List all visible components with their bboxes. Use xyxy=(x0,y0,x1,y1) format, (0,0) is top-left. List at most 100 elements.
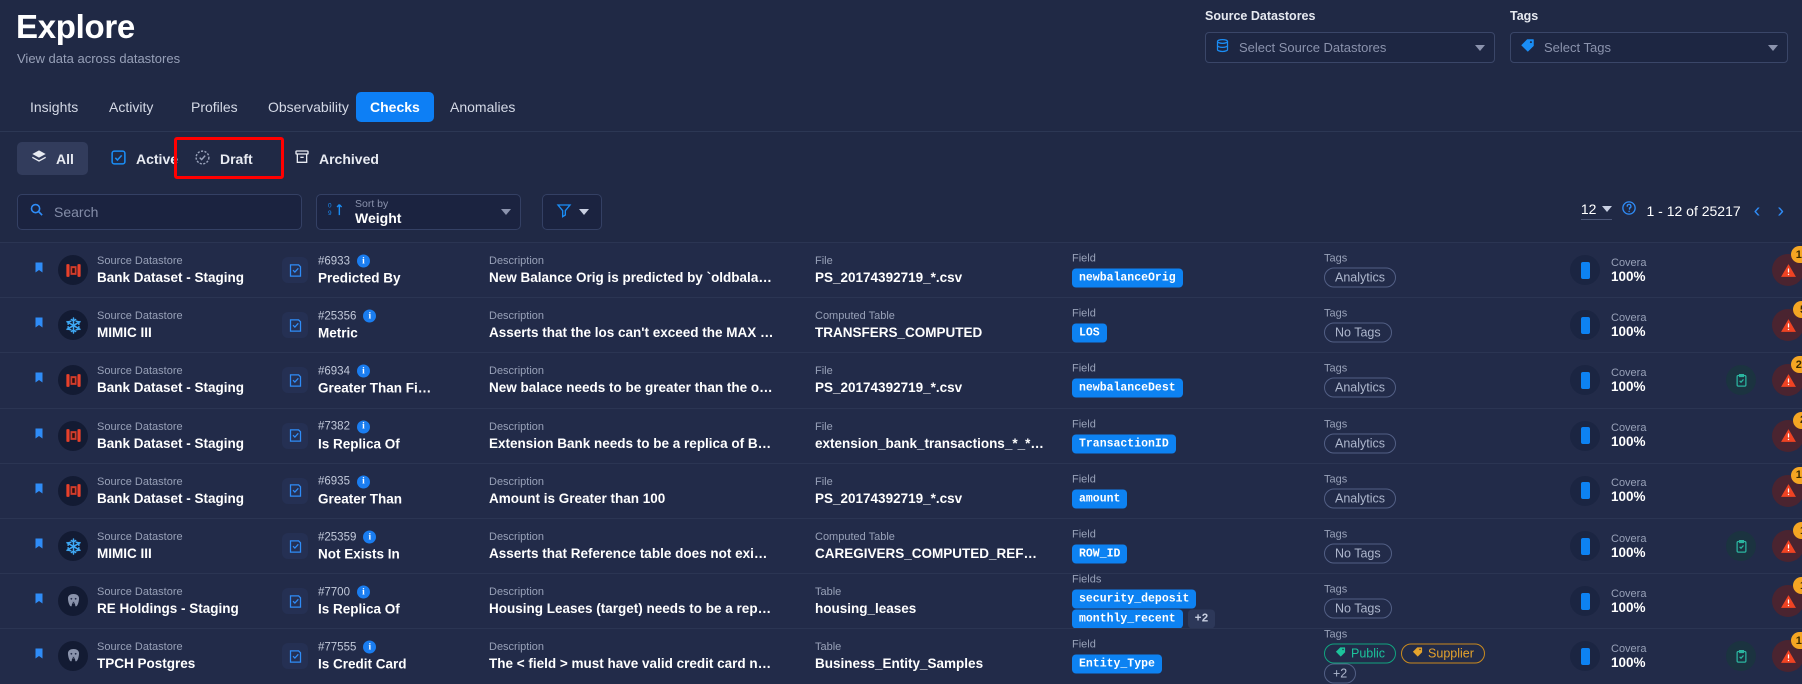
state-filter-active[interactable]: Active xyxy=(96,142,192,175)
tag-pill[interactable]: Public xyxy=(1324,643,1397,664)
anomaly-badge[interactable]: 18 xyxy=(1772,246,1802,287)
tab-checks[interactable]: Checks xyxy=(356,92,434,122)
clipboard-check-icon[interactable] xyxy=(1726,641,1756,672)
anomaly-badge[interactable]: 5 xyxy=(1772,301,1802,342)
bookmark-icon[interactable] xyxy=(33,426,45,446)
sort-select[interactable]: 09 Sort by Weight xyxy=(316,194,521,230)
tab-profiles[interactable]: Profiles xyxy=(177,92,252,122)
chevron-down-icon[interactable] xyxy=(1475,44,1485,51)
check-cell: #25356 i Metric xyxy=(318,309,433,341)
tag-pill[interactable]: No Tags xyxy=(1324,598,1392,619)
check-type-icon xyxy=(282,477,308,504)
bookmark-icon[interactable] xyxy=(33,591,45,611)
clipboard-check-icon[interactable] xyxy=(1726,531,1756,562)
tags-column-label: Tags xyxy=(1324,362,1348,375)
anomaly-badge[interactable]: 10 xyxy=(1772,632,1802,673)
anomaly-badge[interactable]: 1 xyxy=(1772,522,1802,563)
state-filter-all[interactable]: All xyxy=(17,142,88,175)
description-text: Asserts that the los can't exceed the MA… xyxy=(489,325,774,341)
info-icon[interactable]: i xyxy=(356,585,370,599)
field-chip[interactable]: Entity_Type xyxy=(1072,654,1162,674)
page-size-select[interactable]: 12 xyxy=(1580,201,1613,220)
table-row[interactable]: Source Datastore Bank Dataset - Staging … xyxy=(0,462,1802,518)
field-chip[interactable]: newbalanceOrig xyxy=(1072,268,1183,288)
tag-pill[interactable]: Analytics xyxy=(1324,267,1397,288)
bookmark-icon[interactable] xyxy=(33,646,45,666)
tags-select[interactable]: Select Tags xyxy=(1510,32,1788,63)
field-chip[interactable]: amount xyxy=(1072,489,1128,509)
bookmark-icon[interactable] xyxy=(33,260,45,280)
chevron-down-icon[interactable] xyxy=(578,209,589,215)
coverage-cell: Covera 100% xyxy=(1570,475,1675,506)
source-name: TRANSFERS_COMPUTED xyxy=(815,325,983,341)
coverage-cell: Covera 100% xyxy=(1570,420,1675,451)
source-name: CAREGIVERS_COMPUTED_REFERENCE xyxy=(815,546,1045,562)
table-row[interactable]: Source Datastore MIMIC III #25356 i Metr… xyxy=(0,297,1802,353)
description-column-label: Description xyxy=(489,365,545,378)
bookmark-icon[interactable] xyxy=(33,315,45,335)
field-chip-more[interactable]: +2 xyxy=(1187,609,1216,629)
anomaly-badge[interactable]: 1 xyxy=(1772,577,1802,618)
anomaly-badge[interactable]: 10 xyxy=(1772,466,1802,507)
table-row[interactable]: Source Datastore RE Holdings - Staging #… xyxy=(0,573,1802,629)
tab-activity[interactable]: Activity xyxy=(95,92,167,122)
sort-ascending-icon: 09 xyxy=(328,201,345,223)
info-icon[interactable]: i xyxy=(363,309,377,323)
field-chip[interactable]: newbalanceDest xyxy=(1072,378,1183,398)
anomaly-badge[interactable]: 2 xyxy=(1772,411,1802,452)
tab-insights[interactable]: Insights xyxy=(16,92,92,122)
description-text: The < field > must have valid credit car… xyxy=(489,656,774,672)
coverage-column-label: Covera xyxy=(1611,256,1647,269)
datastore-column-label: Source Datastore xyxy=(97,420,183,433)
anomaly-badge[interactable]: 25 xyxy=(1772,356,1802,397)
question-circle-icon[interactable] xyxy=(1621,200,1637,221)
chevron-down-icon[interactable] xyxy=(1602,206,1613,212)
tab-observability[interactable]: Observability xyxy=(254,92,363,122)
field-chip[interactable]: LOS xyxy=(1072,323,1107,343)
field-chip[interactable]: ROW_ID xyxy=(1072,544,1128,564)
tag-pill[interactable]: Analytics xyxy=(1324,488,1397,509)
field-chip[interactable]: monthly_recent xyxy=(1072,609,1183,629)
state-filter-draft[interactable]: Draft xyxy=(180,142,267,175)
toolbar: Search 09 Sort by Weight xyxy=(0,194,1802,234)
bookmark-icon[interactable] xyxy=(33,481,45,501)
clipboard-check-icon[interactable] xyxy=(1726,365,1756,396)
field-chip[interactable]: security_deposit xyxy=(1072,589,1197,609)
info-icon[interactable]: i xyxy=(363,640,377,654)
tag-icon xyxy=(1335,647,1346,661)
state-filter-archived[interactable]: Archived xyxy=(280,142,393,175)
search-input[interactable]: Search xyxy=(54,204,98,220)
source-datastores-select[interactable]: Select Source Datastores xyxy=(1205,32,1495,63)
chevron-down-icon[interactable] xyxy=(1768,44,1778,51)
pagination-next-button[interactable]: › xyxy=(1773,201,1788,221)
chevron-down-icon[interactable] xyxy=(501,209,511,215)
table-row[interactable]: Source Datastore Bank Dataset - Staging … xyxy=(0,352,1802,408)
tag-pill-more[interactable]: +2 xyxy=(1324,663,1357,684)
table-row[interactable]: Source Datastore TPCH Postgres #77555 i … xyxy=(0,628,1802,684)
field-chip[interactable]: TransactionID xyxy=(1072,434,1176,454)
search-box[interactable]: Search xyxy=(17,194,302,230)
bookmark-icon[interactable] xyxy=(33,536,45,556)
check-type-icon xyxy=(282,422,308,449)
info-icon[interactable]: i xyxy=(356,364,370,378)
info-icon[interactable]: i xyxy=(356,254,370,268)
source-column-label: File xyxy=(815,255,833,268)
filter-button[interactable] xyxy=(542,194,602,230)
table-row[interactable]: Source Datastore MIMIC III #25359 i Not … xyxy=(0,517,1802,574)
tags-cell: Tags Analytics xyxy=(1324,363,1514,398)
info-icon[interactable]: i xyxy=(363,530,377,544)
table-row[interactable]: Source Datastore Bank Dataset - Staging … xyxy=(0,242,1802,298)
tag-pill[interactable]: No Tags xyxy=(1324,322,1392,343)
tab-anomalies[interactable]: Anomalies xyxy=(436,92,529,122)
tag-pill[interactable]: Supplier xyxy=(1401,643,1485,664)
info-icon[interactable]: i xyxy=(356,420,370,434)
bookmark-icon[interactable] xyxy=(33,370,45,390)
info-icon[interactable]: i xyxy=(356,475,370,489)
field-column-label: Field xyxy=(1072,418,1096,431)
tag-pill[interactable]: No Tags xyxy=(1324,543,1392,564)
pagination-prev-button[interactable]: ‹ xyxy=(1750,201,1765,221)
tag-pill[interactable]: Analytics xyxy=(1324,377,1397,398)
description-column-label: Description xyxy=(489,255,545,268)
table-row[interactable]: Source Datastore Bank Dataset - Staging … xyxy=(0,407,1802,463)
tag-pill[interactable]: Analytics xyxy=(1324,433,1397,454)
